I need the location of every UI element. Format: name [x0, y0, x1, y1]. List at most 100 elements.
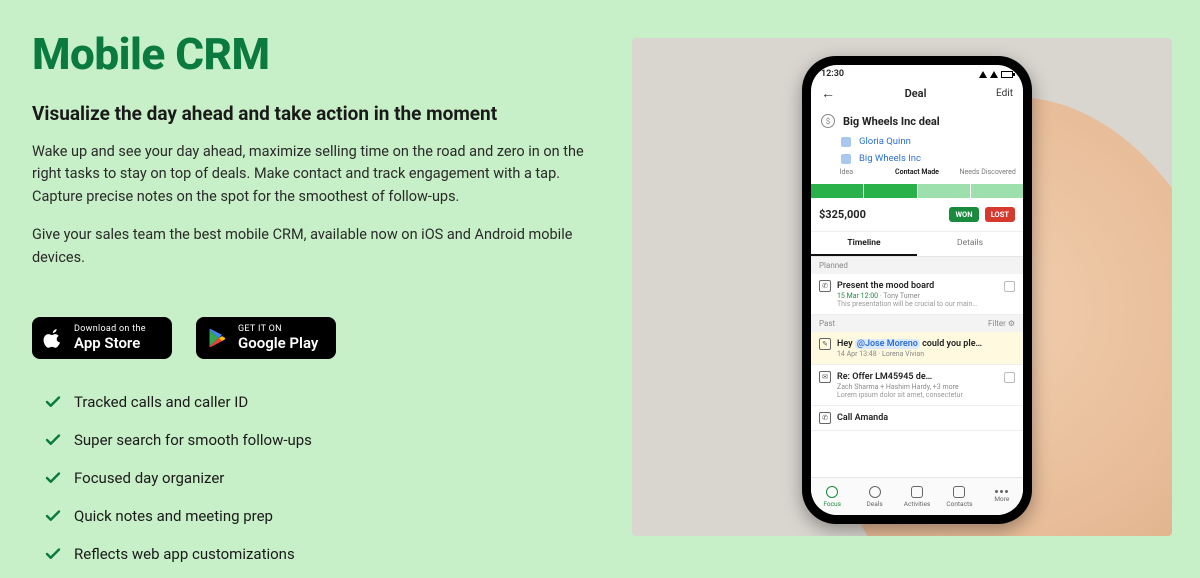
- check-icon: [44, 507, 62, 525]
- page-title: Mobile CRM: [32, 28, 592, 80]
- battery-icon: [1001, 71, 1013, 78]
- org-icon: [841, 154, 851, 164]
- nav-label: Activities: [904, 500, 931, 508]
- more-icon: [995, 490, 1008, 493]
- lost-button[interactable]: LOST: [985, 207, 1015, 222]
- call-icon: ✆: [819, 280, 831, 292]
- check-icon: [44, 469, 62, 487]
- nav-label: Deals: [867, 500, 883, 508]
- feature-text: Super search for smooth follow-ups: [74, 431, 312, 449]
- feature-item: Focused day organizer: [32, 469, 592, 487]
- activity-title: Present the mood board: [837, 281, 934, 291]
- google-play-bottom-text: Google Play: [238, 336, 318, 351]
- section-planned: Planned: [811, 257, 1023, 274]
- nav-focus[interactable]: Focus: [811, 478, 853, 515]
- nav-label: Focus: [823, 500, 841, 508]
- person-icon: [841, 137, 851, 147]
- won-button[interactable]: WON: [949, 207, 978, 222]
- section-past-label: Past: [819, 319, 835, 328]
- bottom-nav: Focus Deals Activities Contacts: [811, 477, 1023, 515]
- activity-date: 15 Mar 12:00: [837, 292, 878, 300]
- person-link[interactable]: Gloria Quinn: [811, 132, 1023, 149]
- edit-button[interactable]: Edit: [996, 88, 1013, 99]
- deal-tabs: Timeline Details: [811, 232, 1023, 257]
- app-store-top-text: Download on the: [74, 325, 146, 334]
- done-checkbox[interactable]: [1004, 372, 1015, 383]
- feature-item: Tracked calls and caller ID: [32, 393, 592, 411]
- contacts-icon: [953, 486, 965, 498]
- activity-card[interactable]: ✆ Call Amanda: [811, 406, 1023, 431]
- activity-sub: This presentation will be crucial to our…: [837, 300, 1015, 308]
- person-name: Gloria Quinn: [859, 136, 911, 147]
- nav-deals[interactable]: Deals: [853, 478, 895, 515]
- org-name: Big Wheels Inc: [859, 153, 921, 164]
- activity-title: Call Amanda: [837, 413, 888, 423]
- phone-frame: 12:30 ← Deal Edit $ Big: [802, 56, 1032, 524]
- apple-icon: [42, 326, 64, 350]
- intro-paragraph-2: Give your sales team the best mobile CRM…: [32, 224, 587, 269]
- feature-text: Quick notes and meeting prep: [74, 507, 273, 525]
- status-time: 12:30: [821, 69, 844, 79]
- currency-icon: $: [821, 114, 835, 128]
- nav-label: Contacts: [946, 500, 972, 508]
- email-sub: Lorem ipsum dolor sit amet, consectetur: [837, 391, 1015, 399]
- feature-item: Reflects web app customizations: [32, 545, 592, 563]
- app-store-button[interactable]: Download on the App Store: [32, 317, 172, 359]
- email-meta: Zach Sharma + Hashim Hardy, +3 more: [837, 383, 1015, 391]
- phone-screen: 12:30 ← Deal Edit $ Big: [811, 65, 1023, 515]
- google-play-top-text: GET IT ON: [238, 325, 318, 334]
- tab-details[interactable]: Details: [917, 232, 1023, 256]
- activities-icon: [911, 486, 923, 498]
- deal-amount: $325,000: [819, 208, 866, 221]
- product-screenshot: 12:30 ← Deal Edit $ Big: [632, 38, 1172, 536]
- check-icon: [44, 545, 62, 563]
- feature-item: Super search for smooth follow-ups: [32, 431, 592, 449]
- note-icon: ✎: [819, 338, 831, 350]
- page-subtitle: Visualize the day ahead and take action …: [32, 102, 592, 125]
- note-text: Hey @Jose Moreno could you ple…: [837, 339, 982, 349]
- done-checkbox[interactable]: [1004, 281, 1015, 292]
- tab-timeline[interactable]: Timeline: [811, 232, 917, 256]
- activity-owner: · Tony Turner: [878, 292, 920, 300]
- feature-text: Tracked calls and caller ID: [74, 393, 248, 411]
- org-link[interactable]: Big Wheels Inc: [811, 149, 1023, 166]
- intro-paragraph-1: Wake up and see your day ahead, maximize…: [32, 141, 587, 208]
- mention: @Jose Moreno: [855, 339, 920, 349]
- check-icon: [44, 393, 62, 411]
- deals-icon: [869, 486, 881, 498]
- nav-bar: ← Deal Edit: [811, 81, 1023, 108]
- activity-card[interactable]: ✆ Present the mood board 15 Mar 12:00 · …: [811, 274, 1023, 315]
- nav-contacts[interactable]: Contacts: [938, 478, 980, 515]
- nav-title: Deal: [905, 87, 927, 100]
- mail-icon: ✉: [819, 371, 831, 383]
- google-play-button[interactable]: GET IT ON Google Play: [196, 317, 336, 359]
- focus-icon: [826, 486, 838, 498]
- stage-label: Needs Discovered: [952, 166, 1023, 178]
- nav-label: More: [994, 495, 1009, 503]
- wifi-icon: [979, 71, 987, 78]
- feature-text: Focused day organizer: [74, 469, 224, 487]
- app-store-bottom-text: App Store: [74, 336, 146, 351]
- stage-labels: Idea Contact Made Needs Discovered: [811, 166, 1023, 178]
- check-icon: [44, 431, 62, 449]
- stage-label: Contact Made: [882, 166, 953, 178]
- note-meta: 14 Apr 13:48 · Lorena Vivian: [837, 350, 1015, 358]
- section-past: Past Filter ⚙: [811, 315, 1023, 332]
- back-icon[interactable]: ←: [821, 85, 835, 102]
- call-icon: ✆: [819, 412, 831, 424]
- feature-item: Quick notes and meeting prep: [32, 507, 592, 525]
- status-bar: 12:30: [811, 65, 1023, 81]
- nav-more[interactable]: More: [981, 478, 1023, 515]
- feature-list: Tracked calls and caller ID Super search…: [32, 393, 592, 578]
- deal-name: Big Wheels Inc deal: [843, 115, 940, 128]
- google-play-icon: [206, 326, 228, 350]
- stage-label: Idea: [811, 166, 882, 178]
- nav-activities[interactable]: Activities: [896, 478, 938, 515]
- feature-text: Reflects web app customizations: [74, 545, 295, 563]
- stage-bar[interactable]: [811, 184, 1023, 198]
- email-title: Re: Offer LM45945 de…: [837, 372, 932, 382]
- signal-icon: [990, 71, 998, 78]
- note-card[interactable]: ✎ Hey @Jose Moreno could you ple… 14 Apr…: [811, 332, 1023, 365]
- email-card[interactable]: ✉ Re: Offer LM45945 de… Zach Sharma + Ha…: [811, 365, 1023, 406]
- filter-button[interactable]: Filter ⚙: [988, 319, 1015, 328]
